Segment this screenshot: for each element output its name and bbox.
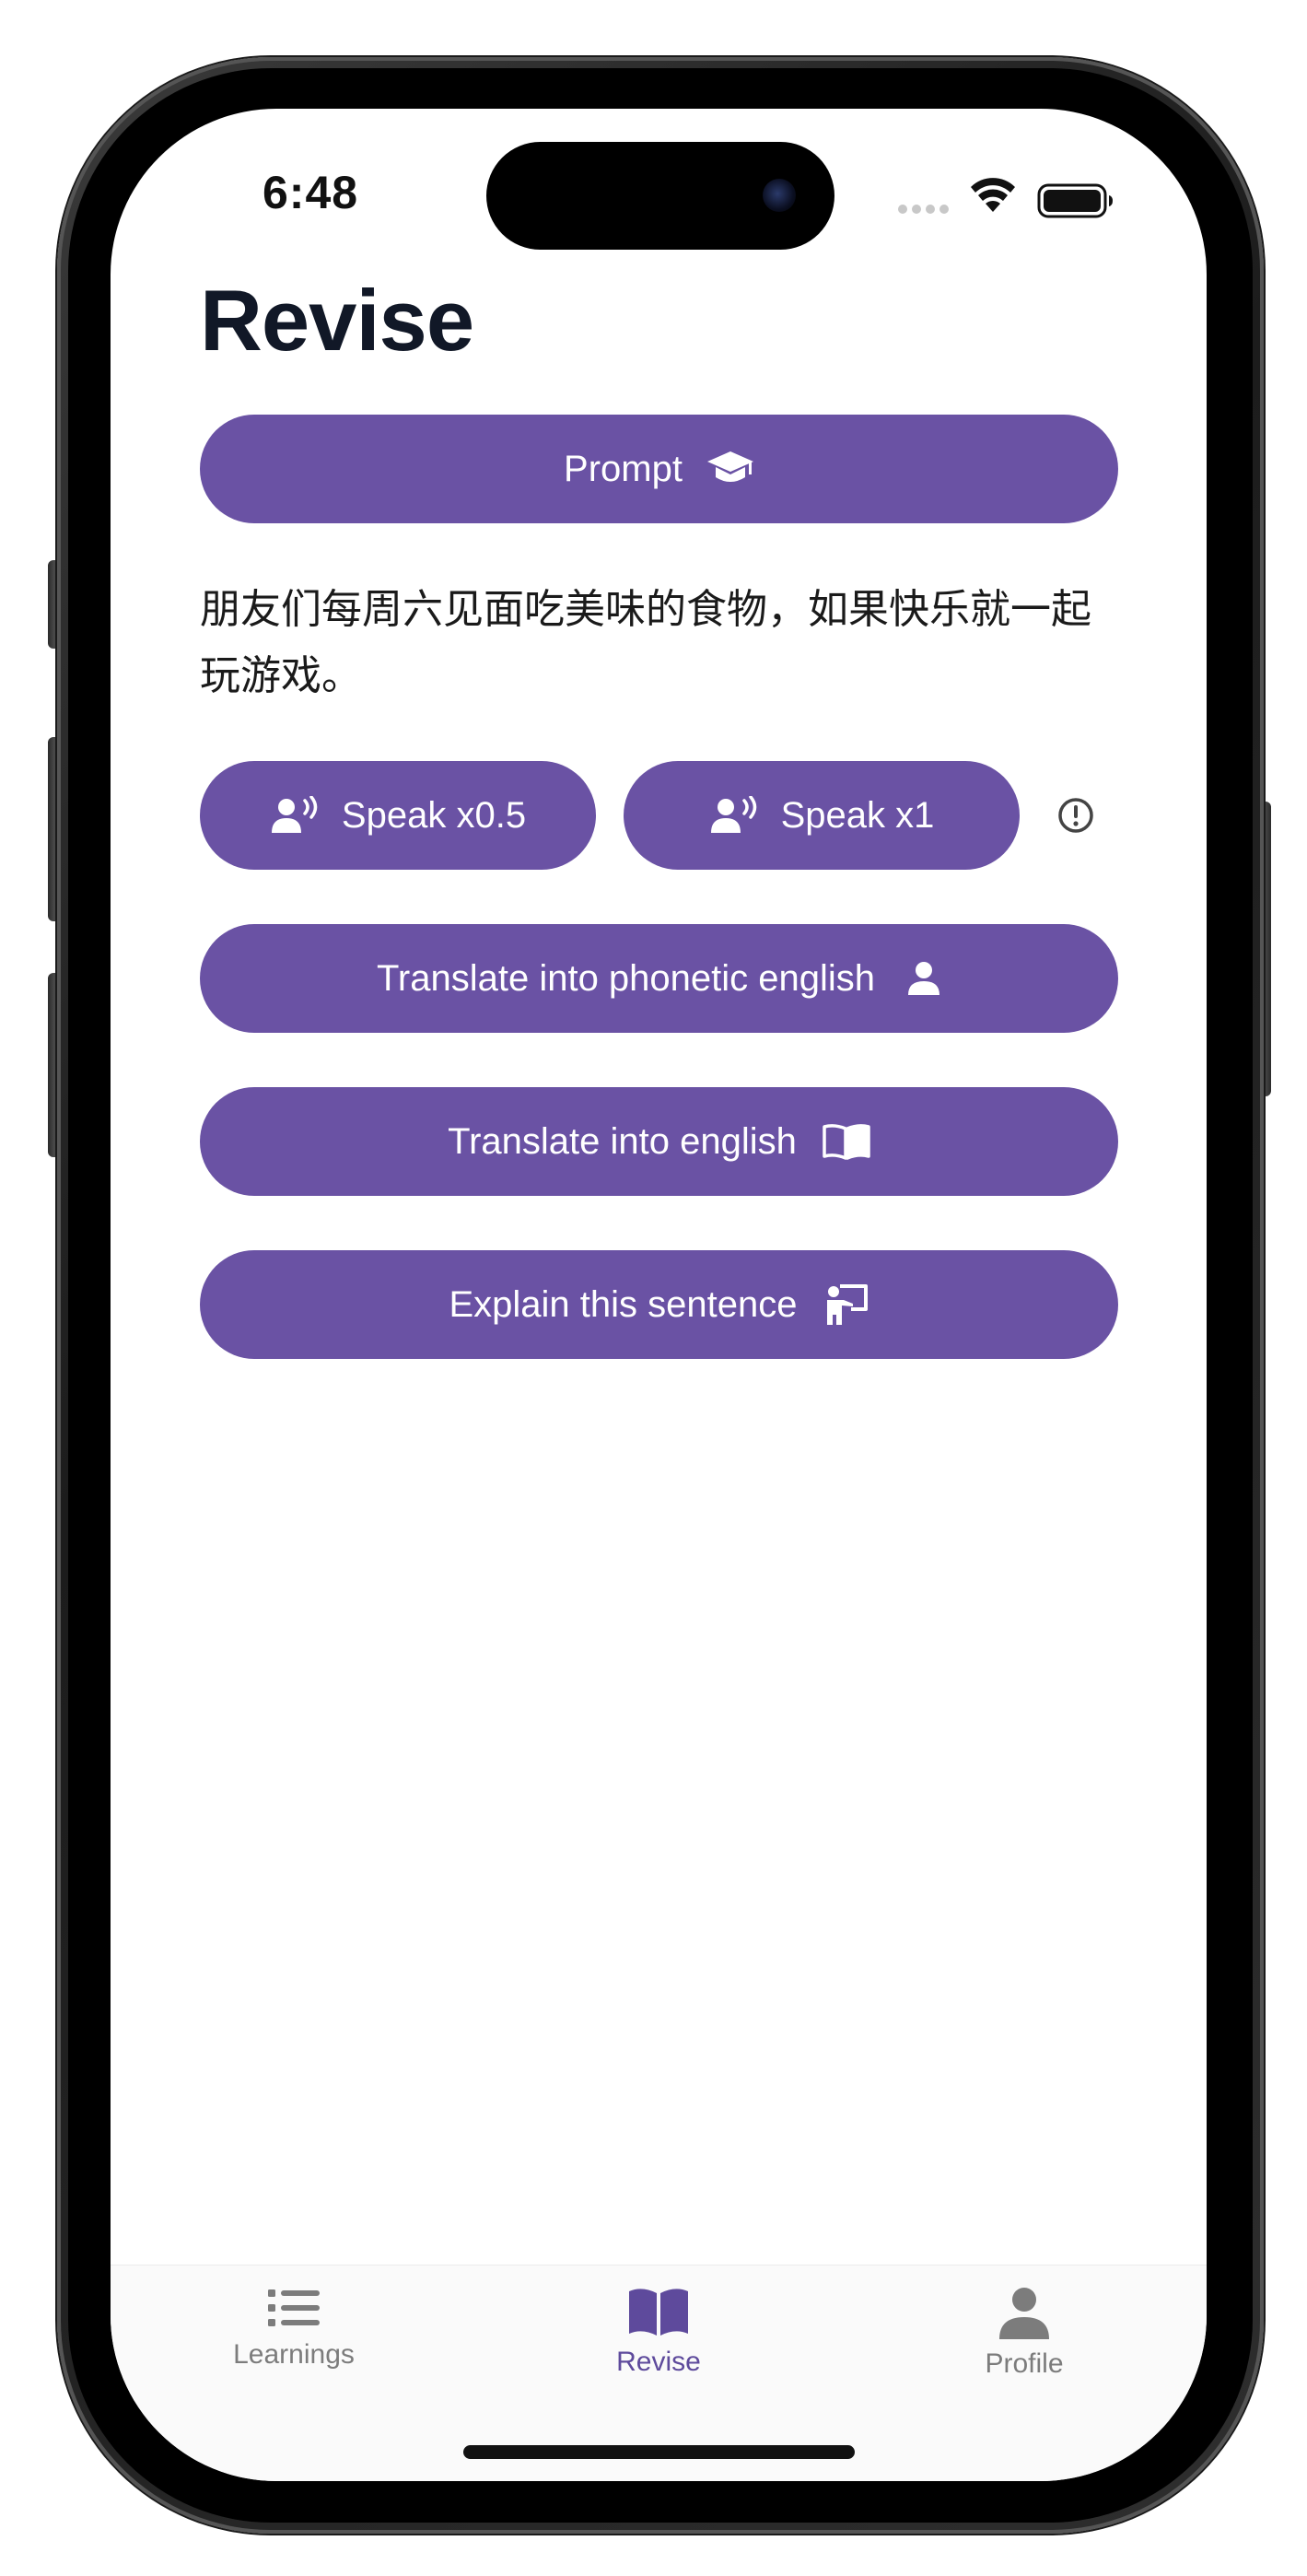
translate-english-button[interactable]: Translate into english xyxy=(200,1087,1118,1196)
app-screen: 6:48 Revise Prompt 朋友们每周六见面吃美味的食物，如果快乐就一… xyxy=(111,109,1207,2481)
speaking-person-icon xyxy=(271,796,318,833)
speak-slow-button[interactable]: Speak x0.5 xyxy=(200,761,596,870)
cellular-signal-icon xyxy=(898,205,949,214)
book-icon xyxy=(629,2289,688,2336)
speak-normal-label: Speak x1 xyxy=(780,794,935,836)
list-icon xyxy=(268,2289,320,2326)
translate-english-label: Translate into english xyxy=(448,1120,797,1162)
speak-normal-button[interactable]: Speak x1 xyxy=(624,761,1020,870)
camera-icon xyxy=(763,179,796,212)
dynamic-island xyxy=(486,142,834,250)
open-book-icon xyxy=(823,1124,870,1160)
home-indicator[interactable] xyxy=(463,2445,855,2459)
exclamation-circle-icon[interactable] xyxy=(1056,796,1095,835)
speaking-person-icon xyxy=(710,796,756,833)
explain-sentence-button[interactable]: Explain this sentence xyxy=(200,1250,1118,1359)
translate-phonetic-label: Translate into phonetic english xyxy=(376,957,876,999)
tab-learnings-label: Learnings xyxy=(233,2339,355,2370)
tab-learnings[interactable]: Learnings xyxy=(156,2286,432,2371)
status-time: 6:48 xyxy=(263,167,359,218)
tab-profile-label: Profile xyxy=(985,2348,1064,2379)
page-title: Revise xyxy=(200,272,474,369)
tab-revise-label: Revise xyxy=(616,2347,701,2377)
tab-profile[interactable]: Profile xyxy=(886,2286,1162,2380)
graduation-cap-icon xyxy=(706,451,753,482)
translate-phonetic-button[interactable]: Translate into phonetic english xyxy=(200,924,1118,1033)
device-mockup: 6:48 Revise Prompt 朋友们每周六见面吃美味的食物，如果快乐就一… xyxy=(0,0,1307,2576)
prompt-button-label: Prompt xyxy=(564,448,683,489)
battery-icon xyxy=(1037,183,1113,218)
person-icon xyxy=(999,2288,1049,2339)
teacher-board-icon xyxy=(826,1284,868,1325)
wifi-icon xyxy=(971,178,1015,212)
explain-sentence-label: Explain this sentence xyxy=(449,1283,798,1325)
speak-slow-label: Speak x0.5 xyxy=(341,794,527,836)
prompt-button[interactable]: Prompt xyxy=(200,415,1118,523)
sentence-text: 朋友们每周六见面吃美味的食物，如果快乐就一起玩游戏。 xyxy=(200,586,1091,699)
tab-revise[interactable]: Revise xyxy=(520,2286,797,2378)
person-icon xyxy=(908,962,940,995)
